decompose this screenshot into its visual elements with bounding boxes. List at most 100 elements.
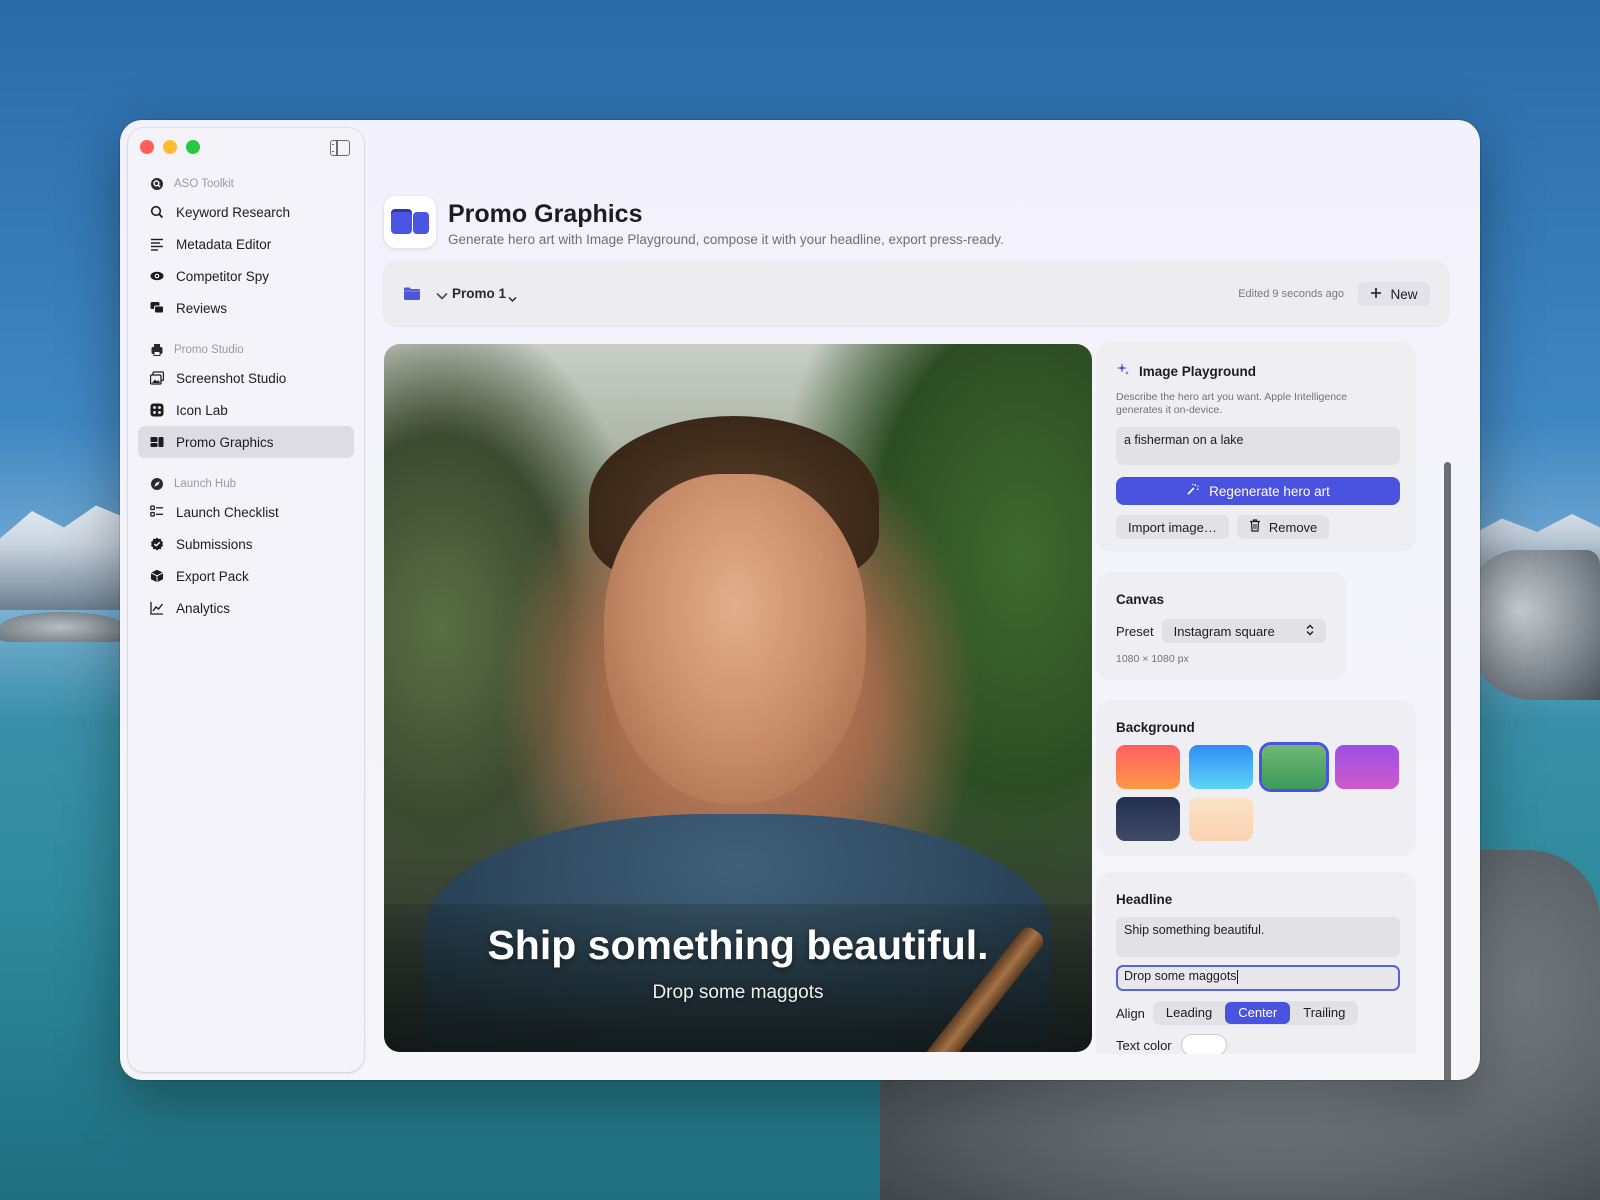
sidebar-item-label: Metadata Editor bbox=[176, 236, 272, 252]
section-header-aso-toolkit: ASO Toolkit bbox=[138, 172, 354, 196]
sparkles-icon bbox=[1116, 362, 1130, 381]
wallpaper-rock-left bbox=[0, 612, 125, 642]
folder-icon[interactable] bbox=[404, 287, 420, 305]
preset-label: Preset bbox=[1116, 623, 1154, 639]
sidebar-item-label: Promo Graphics bbox=[176, 434, 274, 450]
magnifier-badge-icon bbox=[150, 177, 164, 191]
sidebar-item-label: Reviews bbox=[176, 300, 228, 316]
canvas-settings-card: Canvas Preset Instagram square 1080 × 10… bbox=[1096, 572, 1346, 680]
sidebar-item-label: Launch Checklist bbox=[176, 504, 279, 520]
sidebar-item-screenshot-studio[interactable]: Screenshot Studio bbox=[138, 362, 354, 394]
inspector-panel: Image Playground Describe the hero art y… bbox=[1096, 342, 1426, 1054]
subheadline-input[interactable]: Drop some maggots bbox=[1116, 965, 1400, 991]
background-card: Background bbox=[1096, 700, 1416, 856]
sidebar-item-label: Export Pack bbox=[176, 568, 249, 584]
text-color-well[interactable] bbox=[1181, 1035, 1226, 1054]
sidebar-item-label: Screenshot Studio bbox=[176, 370, 287, 386]
background-swatch-sunset[interactable] bbox=[1116, 745, 1180, 789]
plus-icon bbox=[1370, 287, 1382, 302]
canvas-title: Canvas bbox=[1116, 592, 1165, 607]
sidebar-item-promo-graphics[interactable]: Promo Graphics bbox=[138, 426, 354, 458]
text-lines-icon bbox=[150, 237, 164, 251]
headline-card: Headline Ship something beautiful. Drop … bbox=[1096, 872, 1416, 1054]
cube-icon bbox=[150, 569, 164, 583]
background-swatch-peach[interactable] bbox=[1189, 797, 1253, 841]
sidebar-item-reviews[interactable]: Reviews bbox=[138, 292, 354, 324]
remove-label: Remove bbox=[1268, 519, 1318, 535]
text-color-label: Text color bbox=[1116, 1037, 1172, 1053]
canvas-headline: Ship something beautiful. bbox=[487, 922, 989, 968]
search-icon bbox=[150, 205, 164, 219]
new-button-label: New bbox=[1390, 286, 1418, 302]
magic-wand-icon bbox=[1186, 483, 1199, 499]
import-image-button[interactable]: Import image… bbox=[1116, 515, 1229, 539]
printer-icon bbox=[150, 343, 164, 357]
sidebar-item-export-pack[interactable]: Export Pack bbox=[138, 560, 354, 592]
sidebar-item-launch-checklist[interactable]: Launch Checklist bbox=[138, 496, 354, 528]
headline-title: Headline bbox=[1116, 892, 1173, 907]
sidebar-item-label: Competitor Spy bbox=[176, 268, 270, 284]
edited-status: Edited 9 seconds ago bbox=[1238, 288, 1344, 300]
remove-image-button[interactable]: Remove bbox=[1236, 515, 1330, 539]
compass-icon bbox=[150, 477, 164, 491]
subheadline-value: Drop some maggots bbox=[1124, 969, 1237, 983]
chevron-up-down-icon bbox=[1306, 624, 1314, 639]
align-leading-segment[interactable]: Leading bbox=[1153, 1002, 1225, 1024]
background-swatch-forest[interactable] bbox=[1262, 745, 1326, 789]
image-playground-title: Image Playground bbox=[1139, 364, 1257, 379]
page-subtitle: Generate hero art with Image Playground,… bbox=[448, 232, 1004, 247]
photos-icon bbox=[150, 371, 164, 385]
preset-value: Instagram square bbox=[1173, 623, 1275, 639]
canvas-dimensions: 1080 × 1080 px bbox=[1116, 653, 1189, 665]
new-button[interactable]: New bbox=[1358, 282, 1430, 306]
close-window-button[interactable] bbox=[140, 140, 154, 154]
preset-select[interactable]: Instagram square bbox=[1161, 619, 1326, 643]
zoom-window-button[interactable] bbox=[186, 140, 200, 154]
main-content: Promo Graphics Generate hero art with Im… bbox=[384, 120, 1480, 1080]
document-menu-chevron-icon[interactable] bbox=[508, 290, 517, 308]
align-trailing-segment[interactable]: Trailing bbox=[1290, 1002, 1358, 1024]
hero-art-face bbox=[604, 474, 866, 804]
sidebar-item-submissions[interactable]: Submissions bbox=[138, 528, 354, 560]
chat-bubbles-icon bbox=[150, 301, 164, 315]
chevron-down-icon[interactable] bbox=[436, 288, 448, 306]
align-segmented-control: Leading Center Trailing bbox=[1152, 1001, 1359, 1025]
background-swatch-midnight[interactable] bbox=[1116, 797, 1180, 841]
sidebar-toggle-icon[interactable] bbox=[330, 140, 350, 156]
layout-blocks-icon bbox=[150, 435, 164, 449]
sidebar-item-label: Icon Lab bbox=[176, 402, 228, 418]
align-center-segment[interactable]: Center bbox=[1225, 1002, 1291, 1024]
image-playground-card: Image Playground Describe the hero art y… bbox=[1096, 342, 1416, 552]
scrollbar-thumb[interactable] bbox=[1444, 462, 1451, 1080]
eye-icon bbox=[150, 269, 164, 283]
image-playground-description: Describe the hero art you want. Apple In… bbox=[1116, 391, 1348, 416]
sidebar-item-label: Keyword Research bbox=[176, 204, 291, 220]
inspector-scrollbar[interactable] bbox=[1444, 462, 1451, 1080]
section-header-launch-hub: Launch Hub bbox=[138, 472, 354, 496]
import-image-label: Import image… bbox=[1128, 519, 1217, 535]
document-name[interactable]: Promo 1 bbox=[452, 286, 506, 301]
text-cursor bbox=[1236, 969, 1238, 984]
sidebar-item-label: Analytics bbox=[176, 600, 231, 616]
background-title: Background bbox=[1116, 720, 1195, 735]
sidebar-nav: ASO Toolkit Keyword Research Metadata Ed… bbox=[138, 172, 354, 624]
background-swatch-sky[interactable] bbox=[1189, 745, 1253, 789]
sidebar-item-icon-lab[interactable]: Icon Lab bbox=[138, 394, 354, 426]
promo-graphics-app-icon bbox=[384, 196, 436, 248]
chart-line-icon bbox=[150, 601, 164, 615]
regenerate-hero-art-button[interactable]: Regenerate hero art bbox=[1116, 477, 1400, 505]
sidebar-item-metadata-editor[interactable]: Metadata Editor bbox=[138, 228, 354, 260]
section-label: Promo Studio bbox=[174, 344, 244, 356]
minimize-window-button[interactable] bbox=[163, 140, 177, 154]
promo-canvas-preview[interactable]: Ship something beautiful. Drop some magg… bbox=[384, 344, 1092, 1052]
sidebar-item-competitor-spy[interactable]: Competitor Spy bbox=[138, 260, 354, 292]
app-grid-icon bbox=[150, 403, 164, 417]
section-label: Launch Hub bbox=[174, 478, 237, 490]
sidebar-item-label: Submissions bbox=[176, 536, 253, 552]
sidebar-item-analytics[interactable]: Analytics bbox=[138, 592, 354, 624]
background-swatch-violet[interactable] bbox=[1335, 745, 1399, 789]
headline-input[interactable]: Ship something beautiful. bbox=[1116, 917, 1400, 957]
sidebar-item-keyword-research[interactable]: Keyword Research bbox=[138, 196, 354, 228]
check-seal-icon bbox=[150, 537, 164, 551]
hero-art-prompt-input[interactable]: a fisherman on a lake bbox=[1116, 427, 1400, 465]
